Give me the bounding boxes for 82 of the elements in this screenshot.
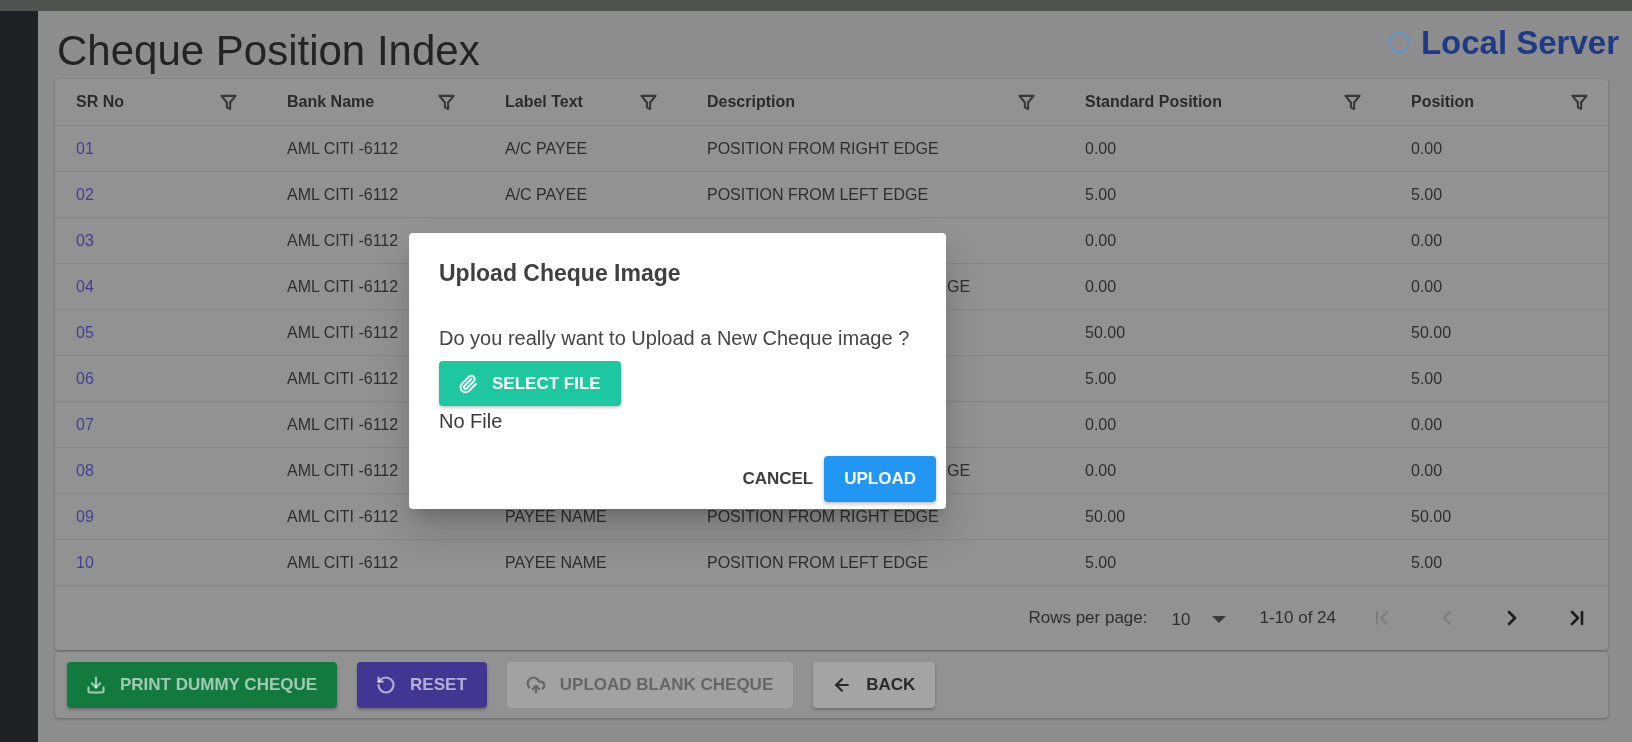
table-cell-text: 0.00 xyxy=(1085,230,1117,251)
table-cell-text: 5.00 xyxy=(1411,184,1443,205)
table-cell-text: 0.00 xyxy=(1085,460,1117,481)
select-file-button[interactable]: SELECT FILE xyxy=(439,361,621,406)
sr-no-link[interactable]: 10 xyxy=(76,553,94,571)
table-cell-text: POSITION FROM RIGHT EDGE xyxy=(707,138,939,159)
dialog-message: Do you really want to Upload a New Cheque image ? xyxy=(439,326,910,350)
table-cell-text: A/C PAYEE xyxy=(505,138,588,159)
table-cell-text: 5.00 xyxy=(1085,184,1117,205)
sr-no-link[interactable]: 02 xyxy=(76,185,94,203)
table-cell-text: 5.00 xyxy=(1411,552,1443,573)
table-cell-text: POSITION FROM LEFT EDGE xyxy=(707,184,929,205)
table-cell-text: AML CITI -6112 xyxy=(287,184,399,205)
upload-button[interactable]: UPLOAD xyxy=(824,456,936,502)
table-cell-text: AML CITI -6112 xyxy=(287,276,399,297)
cancel-button[interactable]: CANCEL xyxy=(734,456,822,502)
caret-icon xyxy=(1212,616,1227,623)
filter-icon[interactable] xyxy=(220,93,237,111)
table-cell-text: 0.00 xyxy=(1085,276,1117,297)
table-cell-text: AML CITI -6112 xyxy=(287,322,399,343)
table-cell-text: A/C PAYEE xyxy=(505,184,588,205)
table-cell-text: 50.00 xyxy=(1085,322,1126,343)
table-cell-text: 50.00 xyxy=(1085,506,1126,527)
table-cell-text: PAYEE NAME xyxy=(505,506,607,527)
table-cell-text: PAYEE NAME xyxy=(505,552,607,573)
sr-no-link[interactable]: 09 xyxy=(76,507,94,525)
action-button[interactable]: PRINT DUMMY CHEQUE xyxy=(67,662,338,708)
server-label: Local Server xyxy=(1420,25,1619,59)
filter-icon[interactable] xyxy=(1571,93,1588,111)
table-cell-text: AML CITI -6112 xyxy=(287,230,399,251)
table-cell-text: GE xyxy=(947,460,971,481)
cloud-upload-icon xyxy=(525,675,546,695)
column-header: Standard Position xyxy=(1085,92,1222,112)
table-cell-text: 5.00 xyxy=(1085,368,1117,389)
table-cell-text: 0.00 xyxy=(1411,460,1443,481)
status-ring-icon xyxy=(1387,30,1411,54)
table-cell-text: 0.00 xyxy=(1411,230,1443,251)
table-cell-text: 50.00 xyxy=(1411,322,1452,343)
table-cell-text: 0.00 xyxy=(1085,138,1117,159)
dialog-title: Upload Cheque Image xyxy=(439,259,681,288)
table-cell-text: 0.00 xyxy=(1411,276,1443,297)
table-cell-text: AML CITI -6112 xyxy=(287,506,399,527)
file-name-label: No File xyxy=(439,409,503,434)
sr-no-link[interactable]: 04 xyxy=(76,277,94,295)
table-cell-text: GE xyxy=(947,276,971,297)
table-cell-text: 0.00 xyxy=(1085,414,1117,435)
table-cell-text: 5.00 xyxy=(1085,552,1117,573)
table-cell-text: AML CITI -6112 xyxy=(287,460,399,481)
filter-icon[interactable] xyxy=(438,93,455,111)
rows-per-page-select[interactable]: 10 xyxy=(1171,603,1227,633)
download-icon xyxy=(86,675,106,695)
table-cell-text: 50.00 xyxy=(1411,506,1452,527)
table-cell-text: 0.00 xyxy=(1411,138,1443,159)
sr-no-link[interactable]: 07 xyxy=(76,415,94,433)
sr-no-link[interactable]: 08 xyxy=(76,461,94,479)
table-cell-text: POSITION FROM RIGHT EDGE xyxy=(707,506,939,527)
back-button[interactable]: BACK xyxy=(813,662,936,708)
column-header: SR No xyxy=(76,92,124,112)
table-cell-text: AML CITI -6112 xyxy=(287,552,399,573)
sr-no-link[interactable]: 05 xyxy=(76,323,94,341)
table-cell-text: POSITION FROM LEFT EDGE xyxy=(707,552,929,573)
action-button[interactable]: RESET xyxy=(357,662,487,708)
table-cell-text: AML CITI -6112 xyxy=(287,138,399,159)
table-cell-text: 0.00 xyxy=(1411,414,1443,435)
rows-per-page-label: Rows per page: xyxy=(1028,607,1148,630)
filter-icon[interactable] xyxy=(1344,93,1361,111)
column-header: Bank Name xyxy=(287,92,375,112)
page-title: Cheque Position Index xyxy=(56,30,480,72)
filter-icon[interactable] xyxy=(1018,93,1035,111)
sr-no-link[interactable]: 03 xyxy=(76,231,94,249)
refresh-icon xyxy=(376,675,397,695)
filter-icon[interactable] xyxy=(640,93,657,111)
column-header: Description xyxy=(707,92,795,112)
sr-no-link[interactable]: 06 xyxy=(76,369,94,387)
column-header: Label Text xyxy=(505,92,583,112)
table-cell-text: 5.00 xyxy=(1411,368,1443,389)
table-cell-text: AML CITI -6112 xyxy=(287,414,399,435)
paperclip-icon xyxy=(458,373,478,394)
page-range-label: 1-10 of 24 xyxy=(1259,607,1336,630)
sr-no-link[interactable]: 01 xyxy=(76,139,94,157)
column-header: Position xyxy=(1411,92,1475,112)
table-cell-text: AML CITI -6112 xyxy=(287,368,399,389)
